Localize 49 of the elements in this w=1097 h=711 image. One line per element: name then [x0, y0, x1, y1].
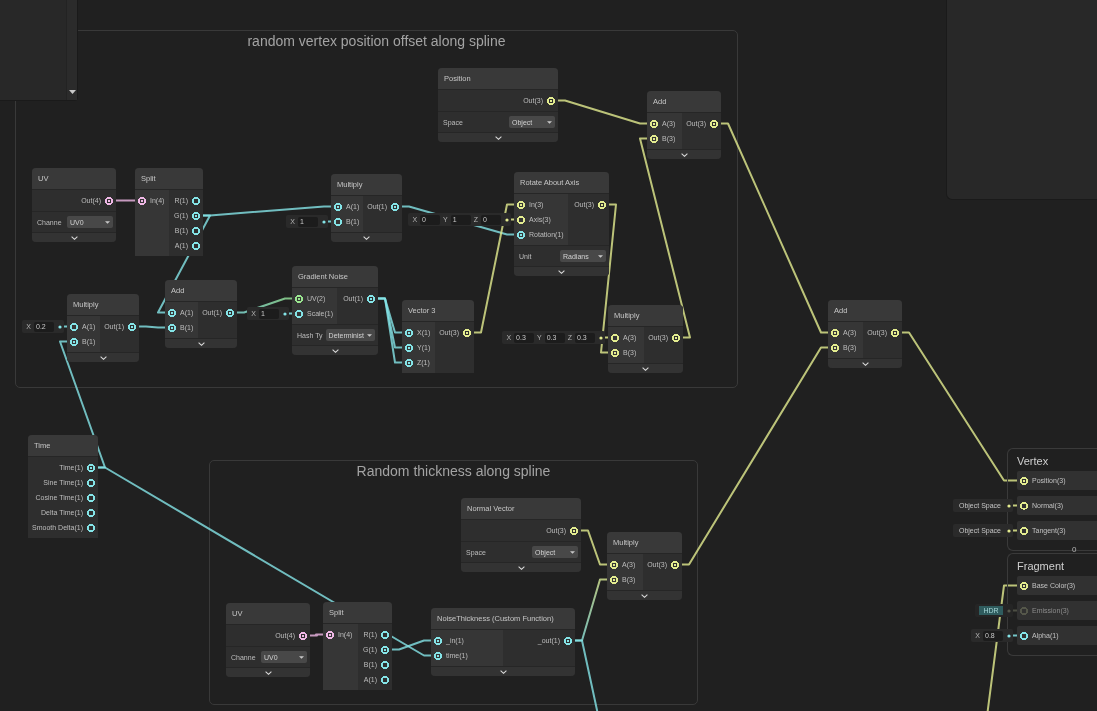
chevron-down-icon — [70, 235, 78, 240]
expand-toggle[interactable] — [32, 232, 116, 242]
expand-toggle[interactable] — [608, 363, 683, 373]
expand-toggle[interactable] — [828, 358, 902, 368]
caret-down-icon — [105, 220, 110, 224]
block-title: Fragment — [1017, 559, 1065, 574]
expand-toggle[interactable] — [514, 266, 609, 276]
connector-dot-icon — [283, 311, 287, 316]
connector-dot-icon — [505, 217, 509, 222]
chevron-down-icon — [641, 593, 648, 598]
gap-label: 0 — [1072, 545, 1077, 555]
connector-dot-icon — [599, 335, 603, 340]
chevron-down-icon — [499, 669, 507, 674]
group-title: random vertex position offset along spline — [247, 33, 506, 49]
chevron-down-icon — [363, 235, 370, 240]
expand-toggle[interactable] — [607, 590, 682, 600]
chevron-down-icon — [861, 361, 869, 366]
caret-down-icon — [598, 254, 603, 258]
connector-dot-icon — [322, 219, 326, 224]
scrollbar[interactable] — [66, 0, 77, 100]
expand-toggle[interactable] — [292, 345, 378, 355]
expand-toggle[interactable] — [165, 338, 237, 348]
chevron-down-icon — [642, 366, 649, 371]
chevron-down-icon — [680, 152, 688, 157]
expand-toggle[interactable] — [331, 232, 402, 242]
caret-down-icon — [367, 333, 372, 337]
scroll-down-arrow-icon[interactable] — [68, 90, 76, 94]
chevron-down-icon — [331, 348, 339, 353]
connector-dot-icon — [1007, 503, 1011, 508]
expand-toggle[interactable] — [438, 132, 558, 142]
connector-dot-icon — [58, 324, 62, 329]
expand-toggle[interactable] — [461, 562, 581, 572]
expand-toggle[interactable] — [226, 667, 310, 677]
chevron-down-icon — [517, 565, 525, 570]
caret-down-icon — [570, 550, 575, 554]
expand-toggle[interactable] — [647, 149, 721, 159]
expand-toggle[interactable] — [67, 352, 139, 362]
connector-dot-icon — [1007, 633, 1011, 638]
group-title: Random thickness along spline — [356, 463, 551, 479]
chevron-down-icon — [264, 670, 272, 675]
expand-toggle[interactable] — [431, 666, 575, 676]
caret-down-icon — [299, 655, 304, 659]
block-title: Vertex — [1017, 454, 1049, 469]
chevron-down-icon — [558, 269, 565, 274]
connector-dot-icon — [1007, 528, 1011, 533]
caret-down-icon — [547, 120, 552, 124]
chevron-down-icon — [494, 135, 502, 140]
chevron-down-icon — [197, 341, 205, 346]
chevron-down-icon — [99, 355, 107, 360]
